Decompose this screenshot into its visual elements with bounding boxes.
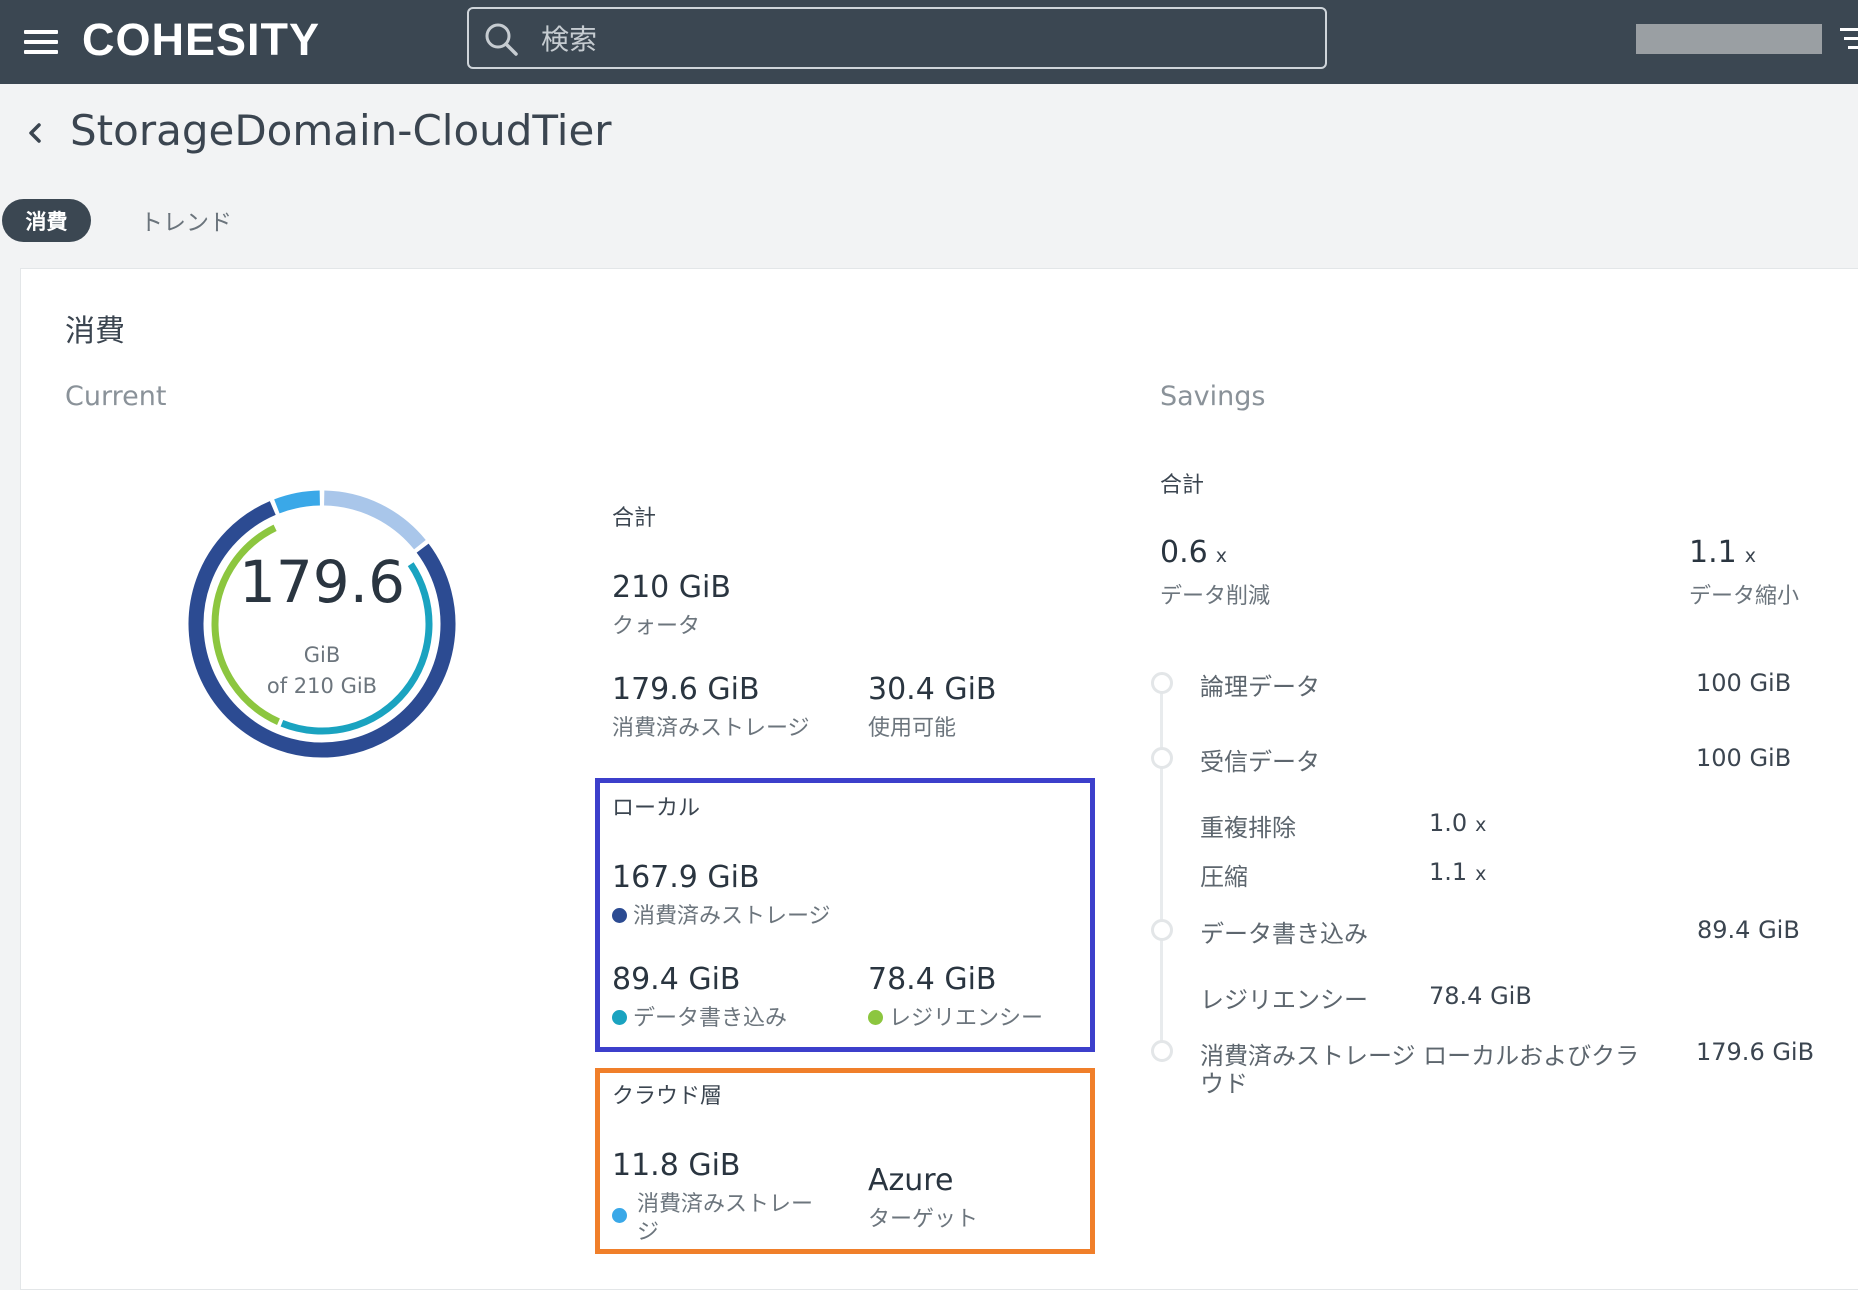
data-written-label: データ書き込み: [633, 1006, 788, 1031]
dedup-number: 1.0: [1429, 809, 1468, 837]
donut-available-arc: [323, 490, 426, 550]
search-box[interactable]: [467, 7, 1327, 69]
consumed-label: 消費済みストレージ: [612, 716, 810, 741]
timeline-node: [1151, 747, 1173, 769]
back-chevron-icon[interactable]: [22, 113, 48, 153]
resiliency-value: 78.4 GiB: [868, 962, 997, 997]
quota-label: クォータ: [612, 614, 701, 639]
data-compression-label: データ縮小: [1689, 584, 1800, 609]
user-account-button[interactable]: [1636, 24, 1822, 54]
legend-dot: [612, 907, 627, 923]
tab-trends[interactable]: トレンド: [140, 203, 232, 237]
data-compression-number: 1.1: [1689, 535, 1737, 570]
data-compression-mult: x: [1744, 545, 1756, 567]
filter-menu-icon[interactable]: [1840, 28, 1858, 54]
compression-mult: x: [1475, 863, 1487, 885]
available-label: 使用可能: [868, 716, 957, 741]
cloud-target-label: ターゲット: [868, 1207, 979, 1232]
dedup-label: 重複排除: [1200, 814, 1296, 842]
consumed-value: 179.6 GiB: [612, 672, 760, 707]
compression-number: 1.1: [1429, 858, 1468, 886]
dedup-value: 1.0 x: [1429, 809, 1486, 837]
savings-total-heading: 合計: [1160, 473, 1205, 498]
logical-data-value: 100 GiB: [1696, 669, 1792, 697]
page-title: StorageDomain-CloudTier: [70, 106, 612, 155]
consumed-row-label-line2: ウド: [1200, 1070, 1248, 1098]
section-title: 消費: [65, 314, 125, 349]
top-bar: COHESITY: [0, 0, 1858, 84]
data-reduction-mult: x: [1215, 545, 1227, 567]
data-written-row-label: データ書き込み: [1200, 920, 1368, 948]
timeline-node: [1151, 919, 1173, 941]
local-heading: ローカル: [612, 796, 701, 821]
available-value: 30.4 GiB: [868, 672, 997, 707]
resiliency-label: レジリエンシー: [889, 1006, 1044, 1031]
data-reduction-label: データ削減: [1160, 584, 1271, 609]
donut-of-text: of 210 GiB: [266, 674, 378, 698]
cloud-consumed-label-line2: ジ: [637, 1220, 660, 1245]
timeline-node: [1151, 672, 1173, 694]
ingested-data-label: 受信データ: [1200, 748, 1320, 776]
logical-data-label: 論理データ: [1200, 673, 1320, 701]
total-heading: 合計: [612, 506, 657, 531]
cloud-heading: クラウド層: [612, 1084, 723, 1109]
data-written-legend: データ書き込み: [612, 1000, 787, 1032]
timeline-line: [1160, 683, 1163, 1050]
search-icon: [485, 23, 518, 56]
tab-consumption[interactable]: 消費: [2, 199, 91, 242]
ingested-data-value: 100 GiB: [1696, 744, 1792, 772]
resiliency-row-label: レジリエンシー: [1200, 986, 1368, 1014]
data-written-row-value: 89.4 GiB: [1697, 916, 1800, 944]
consumed-row-label-line1: 消費済みストレージ ローカルおよびクラ: [1200, 1042, 1640, 1070]
compression-value: 1.1 x: [1429, 858, 1486, 886]
data-written-value: 89.4 GiB: [612, 962, 741, 997]
quota-value: 210 GiB: [612, 570, 731, 605]
donut-value: 179.6: [238, 548, 406, 616]
hamburger-menu-icon[interactable]: [24, 30, 58, 54]
data-compression-value: 1.1 x: [1689, 535, 1756, 570]
donut-cloud-arc: [274, 490, 321, 514]
cloud-consumed-value: 11.8 GiB: [612, 1148, 741, 1183]
legend-dot: [612, 1208, 627, 1223]
consumed-row-value: 179.6 GiB: [1696, 1038, 1815, 1066]
cohesity-logo[interactable]: COHESITY: [82, 14, 320, 66]
cloud-consumed-label-line1: 消費済みストレー: [637, 1192, 814, 1217]
savings-label: Savings: [1160, 381, 1266, 412]
data-reduction-value: 0.6 x: [1160, 535, 1227, 570]
current-label: Current: [65, 381, 167, 412]
cloud-target-value: Azure: [868, 1163, 954, 1198]
compression-label: 圧縮: [1200, 863, 1248, 891]
resiliency-row-value: 78.4 GiB: [1429, 982, 1532, 1010]
donut-unit: GiB: [303, 643, 341, 667]
local-consumed-legend: 消費済みストレージ: [612, 898, 831, 930]
timeline-node: [1151, 1040, 1173, 1062]
dedup-mult: x: [1475, 814, 1487, 836]
data-reduction-number: 0.6: [1160, 535, 1208, 570]
legend-dot: [868, 1009, 883, 1025]
search-input[interactable]: [539, 17, 1303, 61]
resiliency-legend: レジリエンシー: [868, 1000, 1043, 1032]
local-consumed-label: 消費済みストレージ: [633, 904, 831, 929]
local-consumed-value: 167.9 GiB: [612, 860, 760, 895]
legend-dot: [612, 1009, 627, 1025]
consumption-donut-chart: [188, 490, 456, 758]
